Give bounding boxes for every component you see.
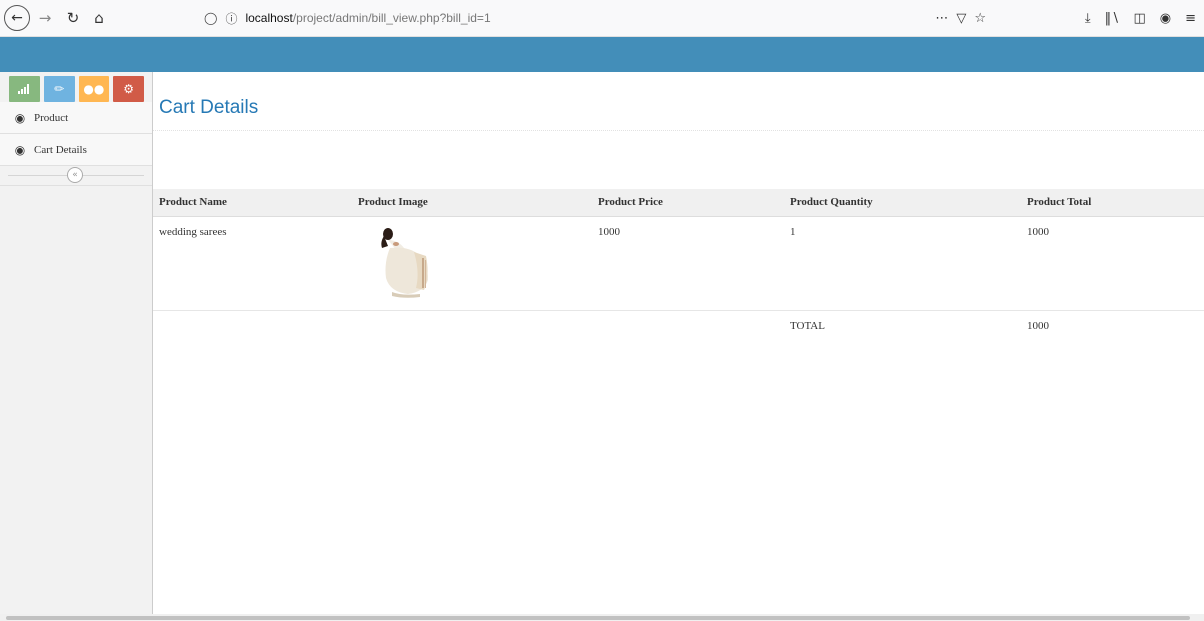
cell-product-image [352, 216, 592, 310]
total-value: 1000 [1027, 319, 1049, 332]
tracking-shield-icon[interactable]: ◯ [204, 11, 217, 25]
back-arrow-icon[interactable]: ← [4, 5, 30, 31]
sidebar-toggle-icon[interactable]: ◫ [1133, 11, 1145, 26]
column-header-product-price: Product Price [592, 189, 784, 217]
table-total-row: TOTAL 1000 [153, 310, 1204, 341]
home-icon[interactable]: ⌂ [88, 4, 110, 32]
cell-product-price: 1000 [598, 225, 620, 238]
browser-toolbar: ← → ↻ ⌂ ◯ ⓘ localhost/project/admin/bill… [0, 0, 1204, 37]
bookmark-star-icon[interactable]: ☆ [974, 11, 986, 26]
cart-table: Product Name Product Image Product Price… [153, 189, 1204, 341]
dashboard-icon: ◉ [14, 142, 26, 157]
url-text[interactable]: localhost/project/admin/bill_view.php?bi… [245, 11, 490, 25]
total-label: TOTAL [790, 319, 825, 332]
cogs-icon[interactable]: ⚙ [113, 76, 144, 102]
sidebar-item-label: Product [34, 111, 69, 124]
sidebar-item-product[interactable]: ◉ Product [0, 102, 152, 134]
cell-product-quantity: 1 [790, 225, 796, 238]
sidebar-item-label: Cart Details [34, 143, 87, 156]
cell-product-total: 1000 [1027, 225, 1049, 238]
url-path: /project/admin/bill_view.php?bill_id=1 [292, 11, 491, 25]
column-header-product-image: Product Image [352, 189, 592, 217]
dashboard-icon: ◉ [14, 110, 26, 125]
double-chevron-left-icon[interactable]: « [67, 167, 83, 183]
column-header-product-total: Product Total [1021, 189, 1204, 217]
url-host: localhost [245, 11, 293, 25]
pocket-icon[interactable]: ▽ [956, 11, 966, 26]
sidebar-collapse-row: « [0, 166, 152, 186]
url-bar[interactable]: ◯ ⓘ localhost/project/admin/bill_view.ph… [196, 4, 986, 32]
scrollbar-thumb[interactable] [6, 616, 1190, 620]
hamburger-menu-icon[interactable]: ≡ [1185, 11, 1196, 26]
download-icon[interactable]: ⤓ [1085, 11, 1091, 26]
info-icon[interactable]: ⓘ [225, 10, 237, 27]
table-header-row: Product Name Product Image Product Price… [153, 189, 1204, 217]
column-header-product-quantity: Product Quantity [784, 189, 1021, 217]
app-header [0, 37, 1204, 72]
reload-icon[interactable]: ↻ [62, 4, 84, 32]
library-icon[interactable]: ‖∖ [1105, 11, 1120, 26]
more-actions-icon[interactable]: ⋯ [935, 11, 948, 26]
forward-arrow-icon[interactable]: → [34, 4, 56, 32]
horizontal-scrollbar[interactable] [0, 614, 1204, 621]
sidebar: ✏ ●● ⚙ ◉ Product ◉ Cart Details « [0, 72, 153, 621]
table-row: wedding sarees 1000 1 1000 [153, 216, 1204, 310]
page-title: Cart Details [159, 97, 259, 118]
users-icon[interactable]: ●● [78, 76, 110, 102]
column-header-product-name: Product Name [153, 189, 352, 217]
signal-icon[interactable] [9, 76, 40, 102]
pencil-icon[interactable]: ✏ [43, 76, 75, 102]
sidebar-item-cart-details[interactable]: ◉ Cart Details [0, 134, 152, 166]
divider [153, 130, 1204, 131]
sidebar-shortcuts: ✏ ●● ⚙ [0, 72, 152, 102]
cell-product-name: wedding sarees [159, 225, 227, 238]
product-image [370, 221, 440, 298]
main-content: Cart Details Product Name Product Image … [153, 72, 1204, 621]
account-icon[interactable]: ◉ [1160, 11, 1171, 26]
